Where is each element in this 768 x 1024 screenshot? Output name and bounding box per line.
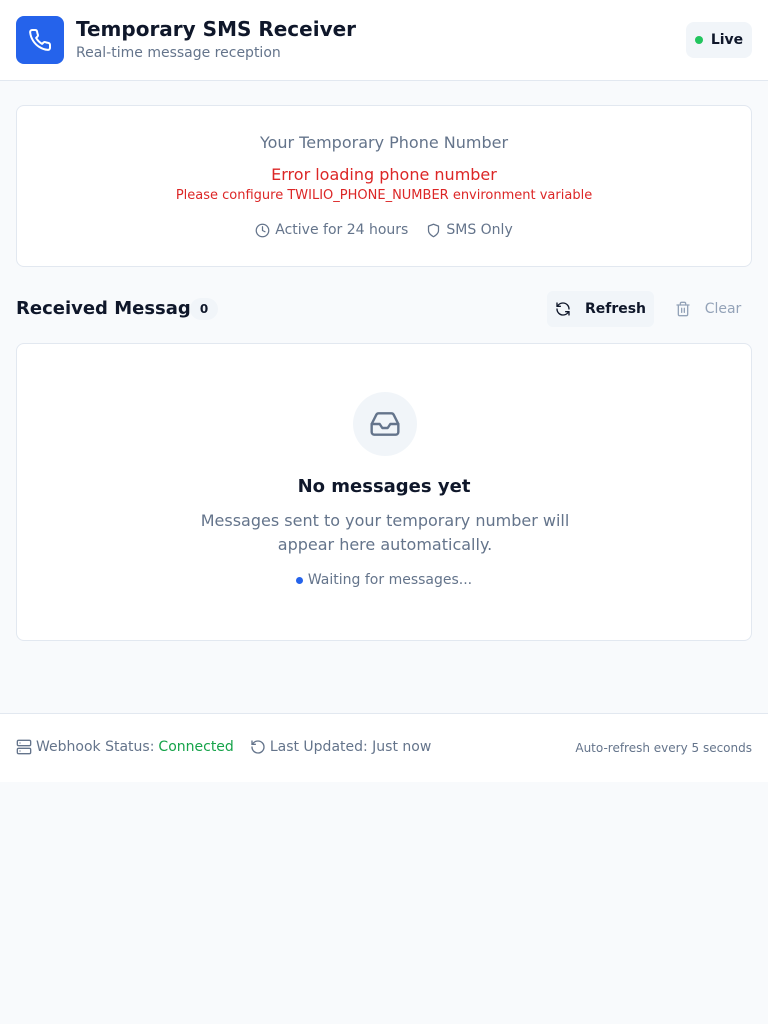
webhook-value: Connected [158, 739, 234, 755]
app-header: Temporary SMS Receiver Real-time message… [0, 0, 768, 81]
phone-error-message: Error loading phone number [271, 165, 497, 184]
phone-card-meta: Active for 24 hours SMS Only [17, 222, 751, 238]
clear-button[interactable]: Clear [664, 291, 752, 327]
messages-card: No messages yet Messages sent to your te… [16, 343, 752, 641]
app-title: Temporary SMS Receiver [76, 17, 357, 41]
webhook-label: Webhook Status: [36, 739, 155, 755]
refresh-button[interactable]: Refresh [547, 291, 654, 327]
server-icon [16, 739, 32, 755]
type-info: SMS Only [426, 222, 513, 238]
refresh-label: Refresh [584, 301, 647, 317]
phone-card-title: Your Temporary Phone Number [259, 133, 509, 152]
messages-section-title: Received Messages [16, 298, 214, 319]
live-status-label: Live [710, 32, 744, 48]
footer: Webhook Status: Connected Last Updated: … [0, 713, 768, 782]
app-subtitle: Real-time message reception [76, 45, 281, 61]
auto-refresh-note: Auto-refresh every 5 seconds [575, 741, 752, 755]
footer-status: Webhook Status: Connected Last Updated: … [16, 739, 431, 755]
duration-label: Active for 24 hours [275, 222, 409, 238]
trash-icon [675, 301, 691, 317]
waiting-dot-icon [295, 576, 303, 584]
message-count-badge: 0 [190, 298, 218, 320]
history-icon [250, 739, 266, 755]
clock-icon [255, 223, 270, 238]
inbox-icon [353, 392, 417, 456]
type-label: SMS Only [446, 222, 513, 238]
waiting-indicator: Waiting for messages... [17, 572, 751, 588]
empty-state-title: No messages yet [297, 476, 471, 497]
last-updated-label: Last Updated: Just now [269, 739, 432, 755]
shield-icon [426, 223, 441, 238]
empty-state-description: Messages sent to your temporary number w… [200, 511, 570, 554]
phone-icon [16, 16, 64, 64]
webhook-status: Webhook Status: Connected [16, 739, 234, 755]
clear-label: Clear [704, 301, 742, 317]
phone-number-card: Your Temporary Phone Number Error loadin… [16, 105, 752, 267]
duration-info: Active for 24 hours [255, 222, 408, 238]
phone-error-detail: Please configure TWILIO_PHONE_NUMBER env… [175, 188, 593, 203]
waiting-label: Waiting for messages... [307, 572, 473, 588]
refresh-icon [555, 301, 571, 317]
live-status-badge: Live [686, 22, 752, 58]
live-dot-icon [694, 36, 703, 44]
last-updated: Last Updated: Just now [250, 739, 432, 755]
